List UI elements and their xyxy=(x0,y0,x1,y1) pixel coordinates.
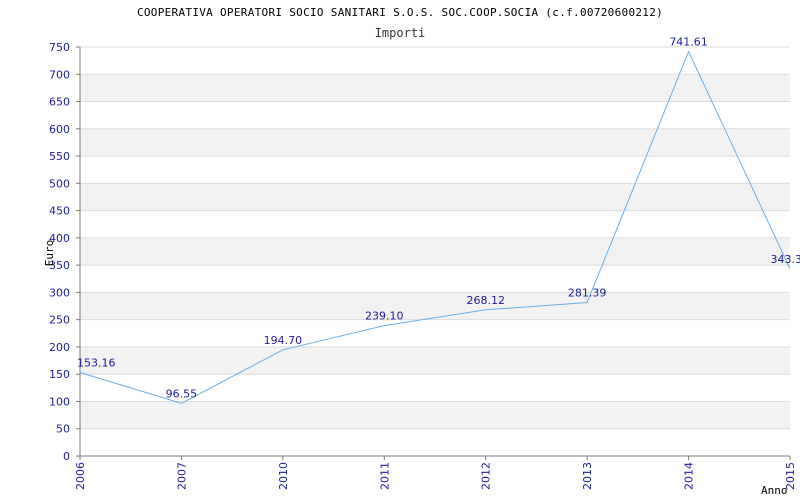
data-label: 281.39 xyxy=(568,287,607,300)
x-tick-labels: 2006 2007 2010 2011 2012 2013 2014 2015 xyxy=(74,456,797,490)
x-tick-label: 2006 xyxy=(74,462,87,490)
data-label: 239.10 xyxy=(365,310,404,323)
y-tick-label: 550 xyxy=(49,150,70,163)
grid-band xyxy=(80,128,790,157)
chart-title: COOPERATIVA OPERATORI SOCIO SANITARI S.O… xyxy=(137,6,663,19)
grid-band xyxy=(80,346,790,375)
grid-band xyxy=(80,401,790,429)
x-tick-label: 2007 xyxy=(175,462,188,490)
y-tick-label: 50 xyxy=(56,423,70,436)
y-tick-label: 250 xyxy=(49,314,70,327)
grid-band xyxy=(80,292,790,320)
y-axis-label: Euro xyxy=(43,240,56,267)
grid-bands xyxy=(80,74,790,429)
data-label: 194.70 xyxy=(264,334,303,347)
y-tick-label: 100 xyxy=(49,395,70,408)
data-label: 741.61 xyxy=(669,36,708,49)
y-tick-label: 600 xyxy=(49,123,70,136)
data-label: 268.12 xyxy=(466,294,505,307)
y-tick-label: 0 xyxy=(63,450,70,463)
y-tick-label: 300 xyxy=(49,286,70,299)
x-tick-label: 2013 xyxy=(581,462,594,490)
x-tick-label: 2014 xyxy=(683,462,696,490)
chart-subtitle: Importi xyxy=(375,26,426,40)
grid-band xyxy=(80,183,790,211)
line-chart: 0501001502002503003504004505005506006507… xyxy=(43,6,800,497)
data-label: 96.55 xyxy=(166,387,198,400)
y-tick-label: 750 xyxy=(49,41,70,54)
y-tick-label: 150 xyxy=(49,368,70,381)
x-tick-label: 2012 xyxy=(480,462,493,490)
x-tick-label: 2010 xyxy=(277,462,290,490)
x-tick-label: 2011 xyxy=(378,462,391,490)
y-tick-label: 500 xyxy=(49,177,70,190)
y-tick-label: 700 xyxy=(49,68,70,81)
x-axis-label: Anno xyxy=(761,484,788,497)
grid-band xyxy=(80,237,790,266)
grid-band xyxy=(80,74,790,102)
y-tick-label: 650 xyxy=(49,96,70,109)
data-label: 343.3 xyxy=(771,253,800,266)
y-tick-label: 450 xyxy=(49,205,70,218)
y-tick-label: 200 xyxy=(49,341,70,354)
data-label: 153.16 xyxy=(77,356,116,369)
